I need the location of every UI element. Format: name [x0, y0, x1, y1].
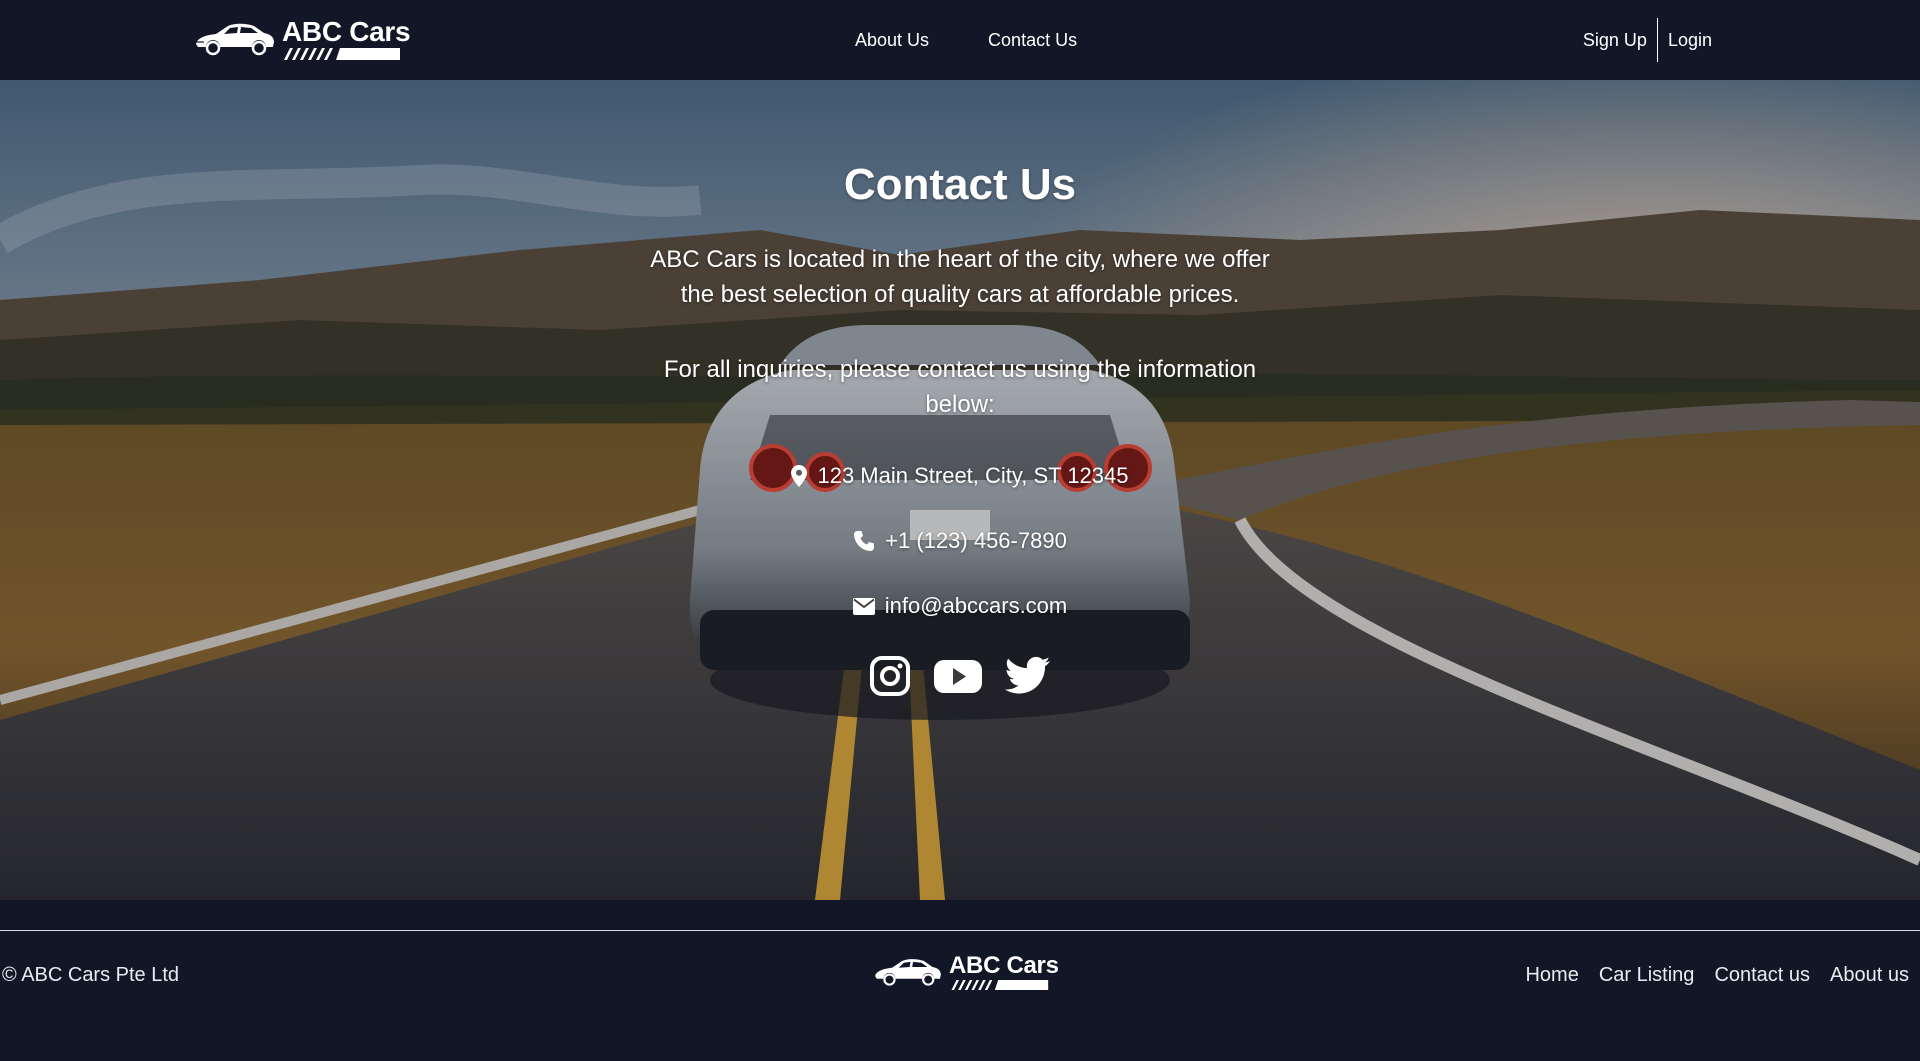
signup-link[interactable]: Sign Up	[1583, 30, 1647, 51]
car-logo-icon	[196, 23, 274, 56]
hero-section: Contact Us ABC Cars is located in the he…	[0, 80, 1920, 900]
map-marker-icon	[791, 465, 808, 487]
brand-logo[interactable]: ABC Cars	[194, 16, 411, 60]
instagram-icon[interactable]	[869, 655, 911, 702]
login-link[interactable]: Login	[1668, 30, 1712, 51]
youtube-icon[interactable]	[933, 655, 983, 702]
car-logo-icon	[875, 959, 941, 986]
auth-nav: Sign Up Login	[1583, 18, 1712, 62]
brand-name: ABC Cars	[282, 16, 411, 47]
stripes-logo-icon	[951, 980, 1049, 990]
top-navbar: ABC Cars About Us Contact Us Sign Up Log…	[0, 0, 1920, 80]
footer-link-contact-us[interactable]: Contact us	[1714, 964, 1810, 987]
footer-link-car-listing[interactable]: Car Listing	[1599, 964, 1695, 987]
footer-nav: Home Car Listing Contact us About us	[1525, 964, 1909, 987]
stripes-logo-icon	[284, 48, 400, 60]
address-row: 123 Main Street, City, ST 12345	[0, 463, 1920, 489]
phone-row: +1 (123) 456-7890	[0, 528, 1920, 554]
footer-brand-name: ABC Cars	[949, 952, 1059, 979]
page-title: Contact Us	[843, 160, 1077, 209]
nav-contact-us[interactable]: Contact Us	[988, 30, 1077, 51]
address-text: 123 Main Street, City, ST 12345	[817, 463, 1129, 488]
social-links	[0, 655, 1920, 702]
intro-paragraph: ABC Cars is located in the heart of the …	[650, 246, 1270, 308]
phone-text[interactable]: +1 (123) 456-7890	[885, 528, 1067, 554]
envelope-icon	[852, 597, 875, 615]
email-text[interactable]: info@abccars.com	[885, 593, 1068, 619]
twitter-icon[interactable]	[1004, 655, 1051, 702]
footer-brand-logo[interactable]: ABC Cars	[873, 954, 1059, 990]
main-nav: About Us Contact Us	[855, 30, 1077, 51]
inquiry-paragraph: For all inquiries, please contact us usi…	[663, 356, 1257, 418]
nav-divider	[1656, 18, 1658, 62]
phone-icon	[854, 531, 875, 551]
copyright-text: © ABC Cars Pte Ltd	[2, 964, 180, 986]
footer-divider	[0, 930, 1920, 931]
page-footer: © ABC Cars Pte Ltd ABC Cars Home Car Lis…	[0, 900, 1920, 1061]
email-row: info@abccars.com	[0, 593, 1920, 619]
footer-link-about-us[interactable]: About us	[1830, 964, 1909, 987]
footer-link-home[interactable]: Home	[1525, 964, 1578, 987]
nav-about-us[interactable]: About Us	[855, 30, 929, 51]
